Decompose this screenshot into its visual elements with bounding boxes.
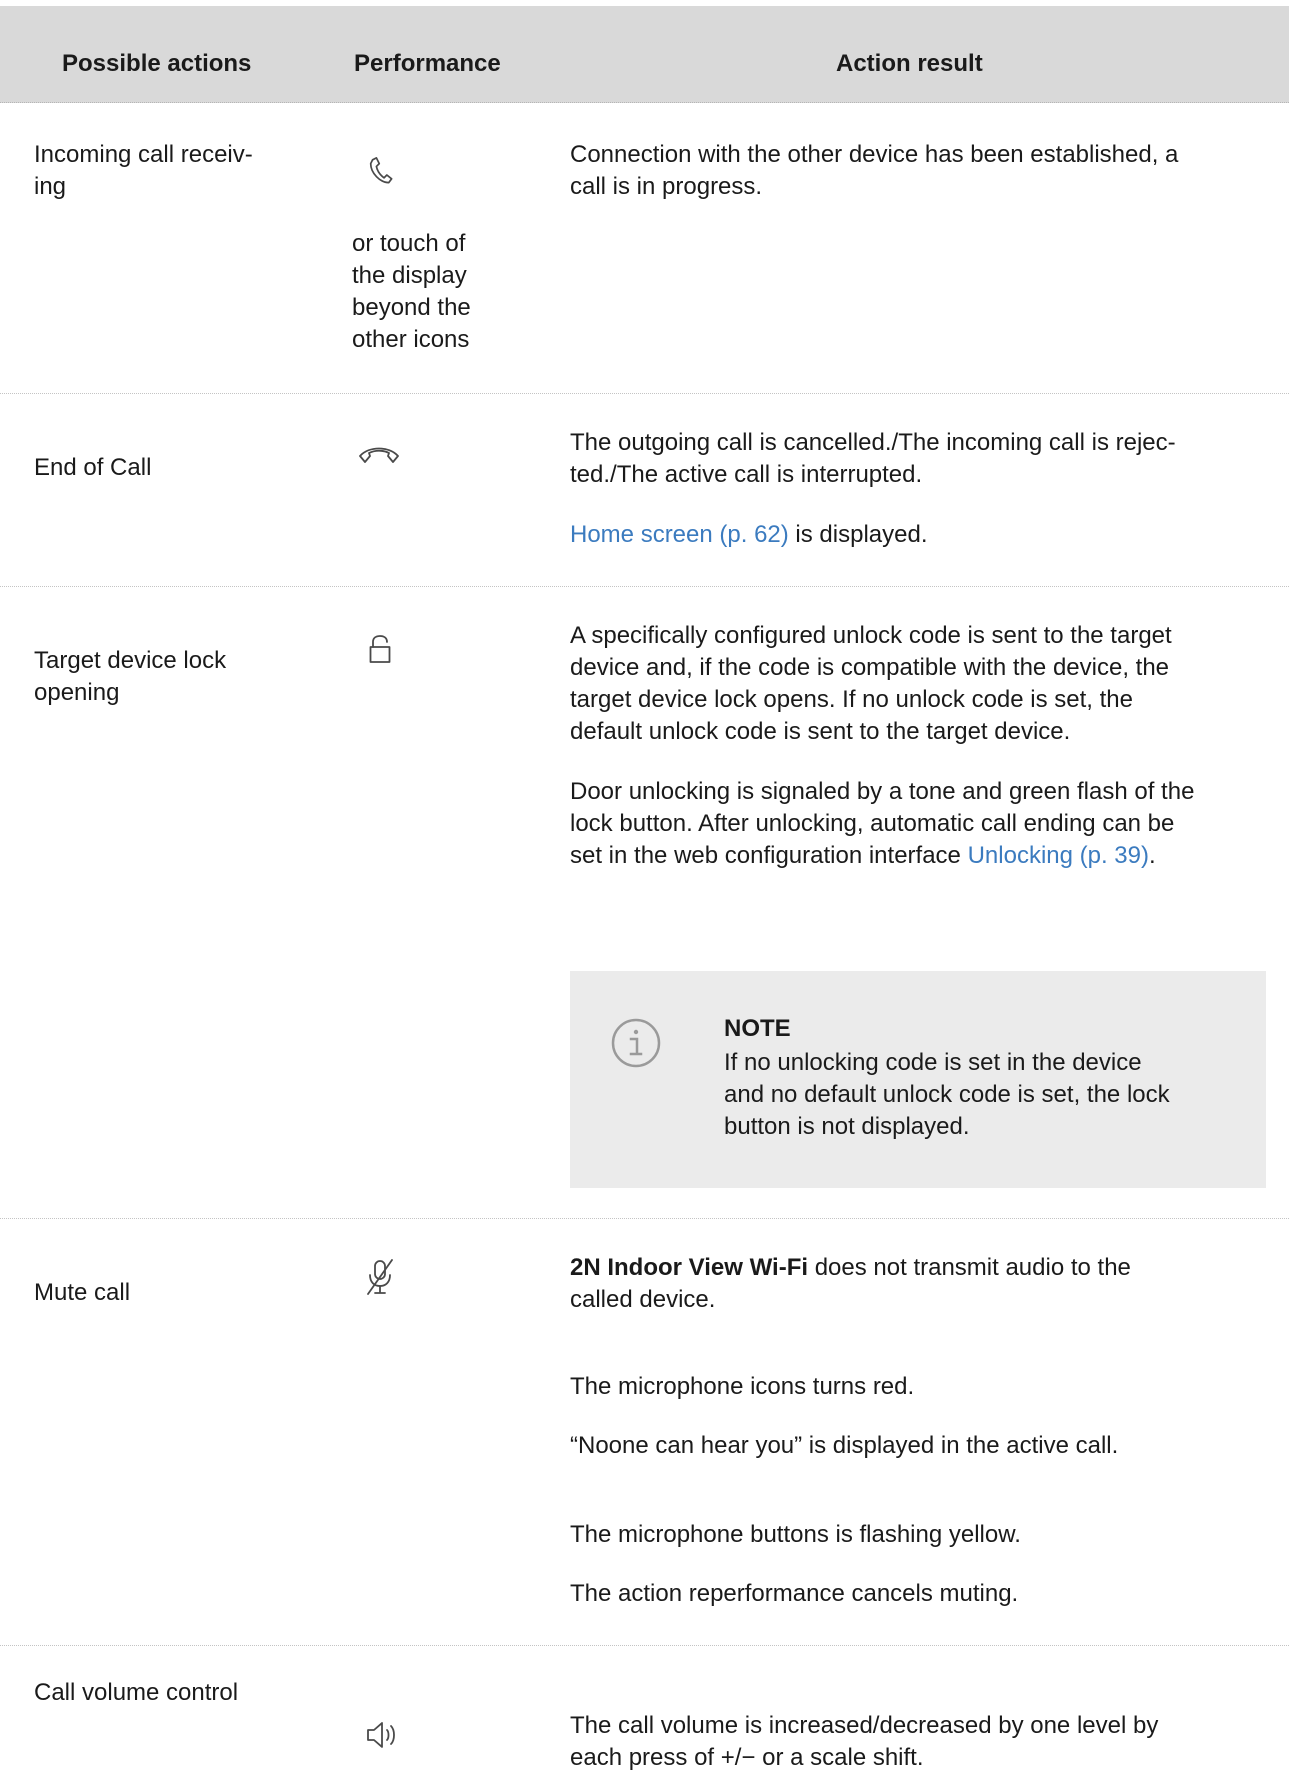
result-text-2: The microphone icons turns red. (570, 1373, 915, 1400)
action-label: Target device lock opening (34, 647, 227, 706)
result-text-2: Home screen (p. 62) is displayed. (570, 521, 928, 548)
note-title: NOTE (724, 1015, 791, 1042)
action-label: End of Call (34, 454, 152, 481)
unlocking-link[interactable]: Unlocking (p. 39) (968, 842, 1149, 869)
header-performance: Performance (354, 50, 501, 77)
row-divider (0, 1218, 1289, 1219)
result-text: A specifically configured unlock code is… (570, 622, 1172, 745)
speaker-volume-icon (366, 1720, 402, 1750)
row-divider (0, 393, 1289, 394)
result-text-2: Door unlocking is signaled by a tone and… (570, 778, 1195, 869)
unlock-icon (369, 634, 391, 664)
note-text: If no unlocking code is set in the devic… (724, 1049, 1170, 1140)
result-text-3: “Noone can hear you” is displayed in the… (570, 1432, 1119, 1459)
home-screen-link[interactable]: Home screen (p. 62) (570, 521, 789, 548)
action-label: Mute call (34, 1279, 131, 1306)
result-text: 2N Indoor View Wi-Fi does not transmit a… (570, 1254, 1131, 1313)
row-divider (0, 586, 1289, 587)
result-text-4: The microphone buttons is flashing yello… (570, 1521, 1021, 1548)
header-action-result: Action result (836, 50, 983, 77)
performance-text: or touch of the display beyond the other… (352, 230, 471, 353)
table-header: Possible actions Performance Action resu… (0, 6, 1289, 103)
action-label: Call volume control (34, 1679, 239, 1706)
microphone-muted-icon (365, 1258, 395, 1296)
phone-handset-icon (368, 154, 396, 188)
product-name: 2N Indoor View Wi-Fi (570, 1254, 809, 1281)
result-text: Connection with the other device has bee… (570, 141, 1179, 200)
hang-up-icon (357, 444, 401, 464)
action-label: Incoming call receiv- ing (34, 141, 253, 200)
result-text: The call volume is increased/decreased b… (570, 1712, 1159, 1771)
note-box: NOTE If no unlocking code is set in the … (570, 971, 1266, 1188)
result-text: The outgoing call is cancelled./The inco… (570, 429, 1176, 488)
row-divider (0, 1645, 1289, 1646)
result-text-5: The action reperformance cancels muting. (570, 1580, 1019, 1607)
info-icon (610, 1017, 662, 1074)
header-possible-actions: Possible actions (62, 50, 252, 77)
